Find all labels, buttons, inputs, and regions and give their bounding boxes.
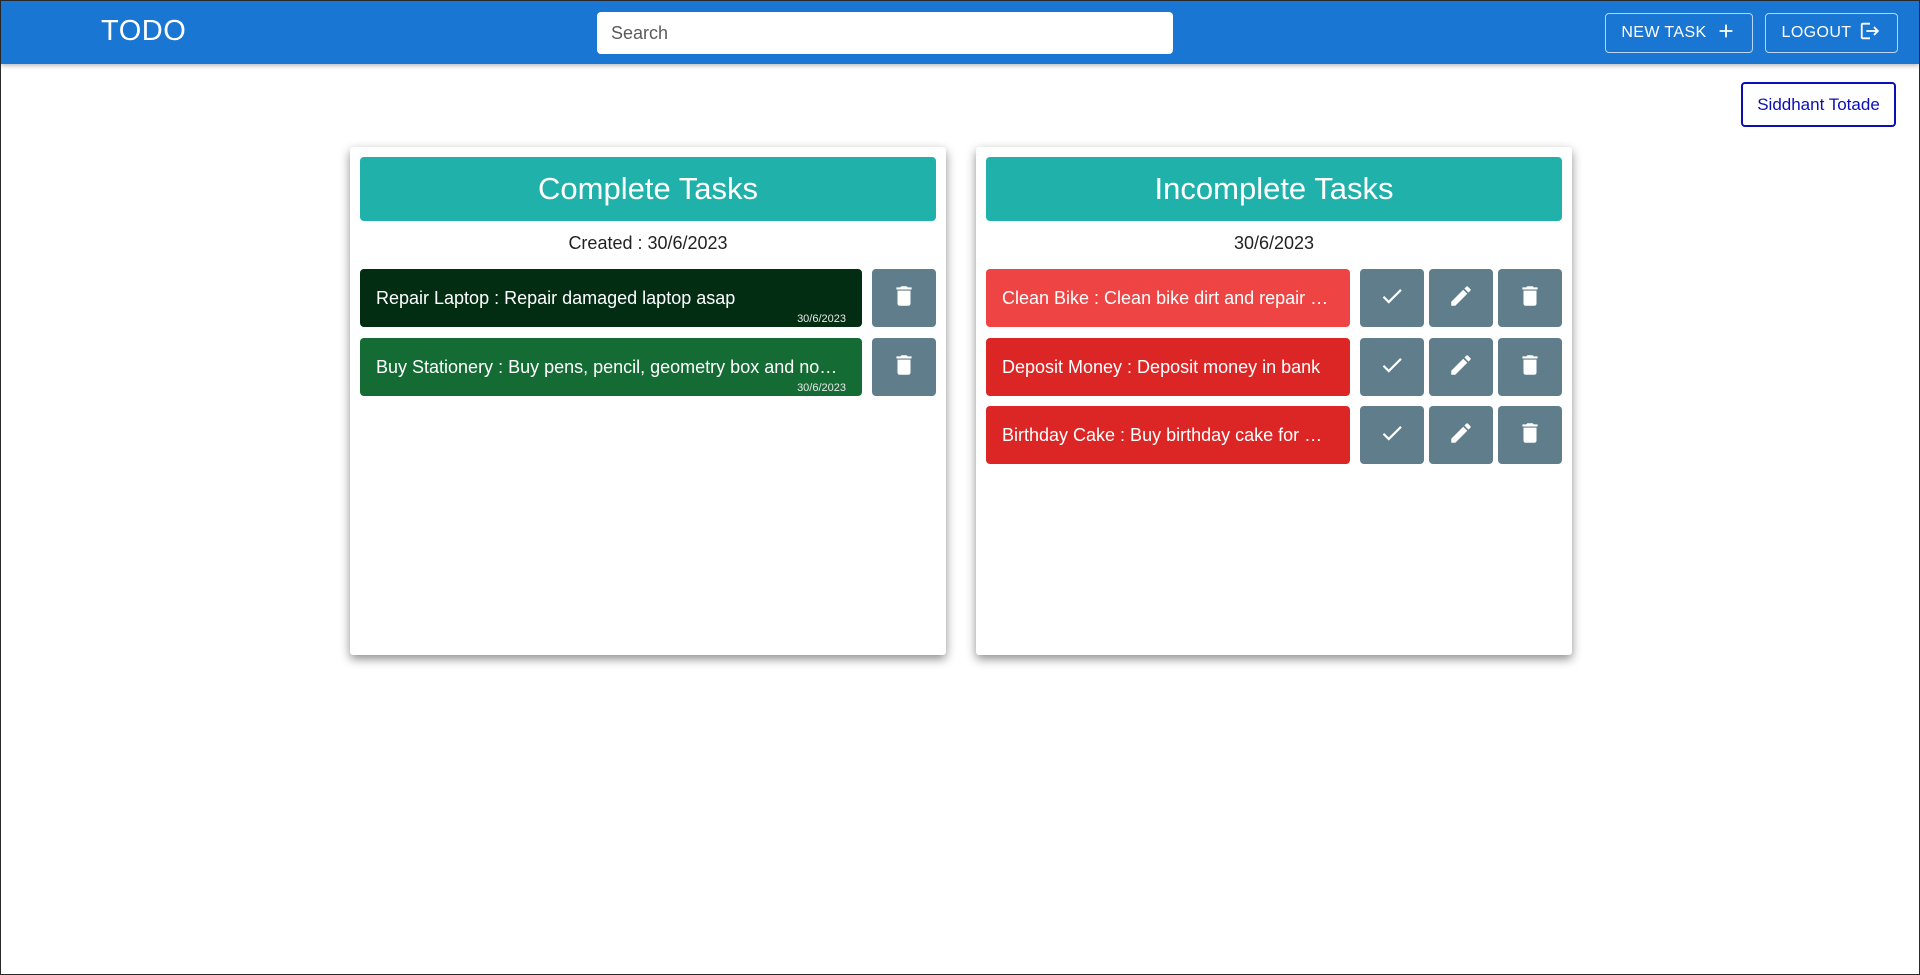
task-text: Deposit Money : Deposit money in bank: [1002, 356, 1321, 377]
delete-button[interactable]: [1498, 406, 1562, 464]
delete-icon: [891, 283, 917, 314]
edit-button[interactable]: [1429, 269, 1493, 327]
user-profile-button[interactable]: Siddhant Totade: [1741, 82, 1896, 127]
complete-task-row: Repair Laptop : Repair damaged laptop as…: [360, 269, 936, 327]
edit-button[interactable]: [1429, 406, 1493, 464]
mark-complete-button[interactable]: [1360, 338, 1424, 396]
edit-icon: [1448, 283, 1474, 314]
incomplete-task-item[interactable]: Deposit Money : Deposit money in bank: [986, 338, 1350, 396]
incomplete-task-item[interactable]: Clean Bike : Clean bike dirt and repair …: [986, 269, 1350, 327]
complete-task-row: Buy Stationery : Buy pens, pencil, geome…: [360, 338, 936, 396]
incomplete-tasks-title: Incomplete Tasks: [986, 157, 1562, 221]
logout-button[interactable]: LOGOUT: [1765, 13, 1898, 53]
complete-task-item[interactable]: Buy Stationery : Buy pens, pencil, geome…: [360, 338, 862, 396]
delete-button[interactable]: [1498, 269, 1562, 327]
mark-complete-button[interactable]: [1360, 406, 1424, 464]
delete-button[interactable]: [872, 338, 936, 396]
complete-tasks-date: Created : 30/6/2023: [568, 233, 728, 253]
task-date: 30/6/2023: [797, 313, 846, 325]
complete-task-item[interactable]: Repair Laptop : Repair damaged laptop as…: [360, 269, 862, 327]
complete-tasks-panel: Complete Tasks Created : 30/6/2023 Repai…: [350, 147, 946, 655]
task-text: Birthday Cake : Buy birthday cake for pa…: [1002, 424, 1330, 445]
app-bar: TODO NEW TASK LOGOUT: [1, 1, 1919, 64]
delete-icon: [1517, 283, 1543, 314]
task-text: Clean Bike : Clean bike dirt and repair …: [1002, 287, 1330, 308]
incomplete-task-row: Clean Bike : Clean bike dirt and repair …: [986, 269, 1562, 327]
mark-complete-button[interactable]: [1360, 269, 1424, 327]
new-task-button[interactable]: NEW TASK: [1605, 13, 1753, 53]
logout-label: LOGOUT: [1781, 24, 1852, 41]
incomplete-task-row: Birthday Cake : Buy birthday cake for pa…: [986, 406, 1562, 464]
task-text: Repair Laptop : Repair damaged laptop as…: [376, 287, 736, 308]
incomplete-tasks-panel: Incomplete Tasks 30/6/2023 Clean Bike : …: [976, 147, 1572, 655]
delete-icon: [1517, 352, 1543, 383]
task-date: 30/6/2023: [797, 382, 846, 394]
incomplete-task-row: Deposit Money : Deposit money in bank: [986, 338, 1562, 396]
plus-icon: [1715, 20, 1737, 47]
edit-icon: [1448, 352, 1474, 383]
incomplete-task-item[interactable]: Birthday Cake : Buy birthday cake for pa…: [986, 406, 1350, 464]
edit-button[interactable]: [1429, 338, 1493, 396]
delete-button[interactable]: [1498, 338, 1562, 396]
check-icon: [1379, 283, 1405, 314]
check-icon: [1379, 352, 1405, 383]
delete-icon: [891, 352, 917, 383]
logout-icon: [1859, 20, 1881, 47]
delete-button[interactable]: [872, 269, 936, 327]
new-task-label: NEW TASK: [1621, 24, 1707, 41]
app-title: TODO: [101, 15, 187, 47]
incomplete-tasks-date: 30/6/2023: [1233, 233, 1315, 253]
complete-tasks-title: Complete Tasks: [360, 157, 936, 221]
delete-icon: [1517, 420, 1543, 451]
check-icon: [1379, 420, 1405, 451]
search-input[interactable]: [597, 12, 1173, 54]
task-text: Buy Stationery : Buy pens, pencil, geome…: [376, 356, 842, 377]
edit-icon: [1448, 420, 1474, 451]
